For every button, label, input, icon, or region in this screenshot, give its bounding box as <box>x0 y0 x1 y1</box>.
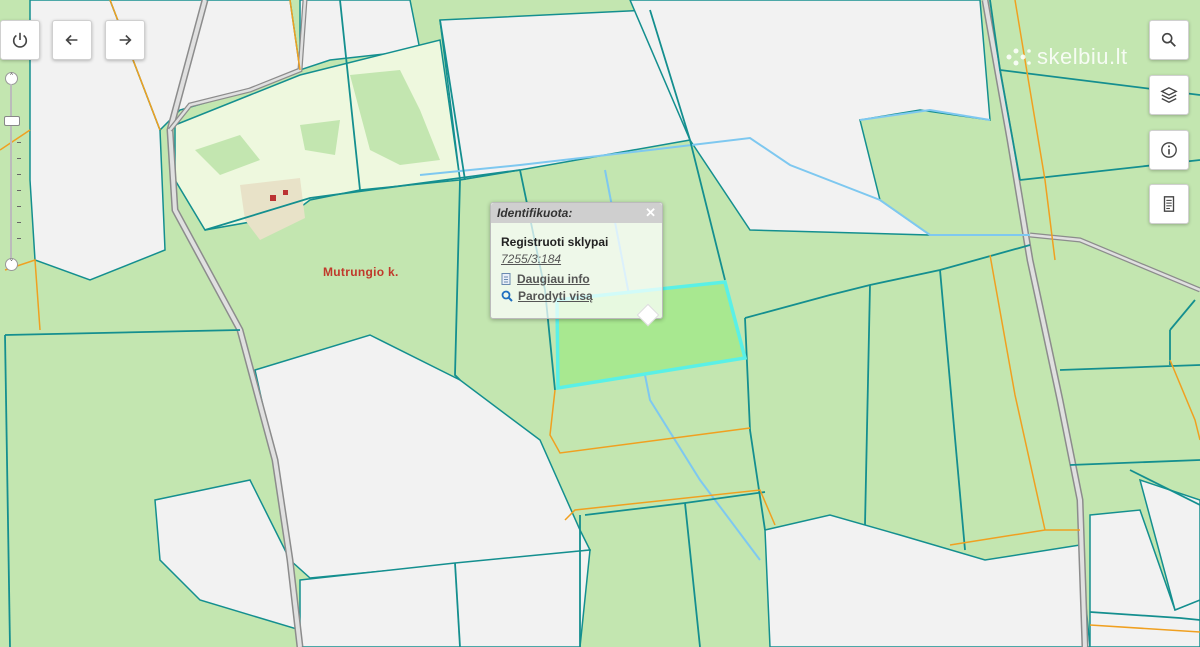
zoom-tick <box>17 238 21 239</box>
info-icon <box>1161 142 1177 158</box>
more-info-label: Daugiau info <box>517 272 590 286</box>
back-button[interactable] <box>52 20 92 60</box>
forward-button[interactable] <box>105 20 145 60</box>
show-all-label: Parodyti visą <box>518 289 593 303</box>
zoom-tick <box>17 142 21 143</box>
zoom-tick <box>17 222 21 223</box>
popup-layer-name: Registruoti sklypai <box>501 235 609 249</box>
arrow-left-icon <box>65 34 78 46</box>
zoom-handle[interactable] <box>4 116 20 126</box>
parcel-id-link[interactable]: 7255/3:184 <box>501 252 652 266</box>
search-button[interactable] <box>1149 20 1189 60</box>
zoom-tick <box>17 174 21 175</box>
popup-body: Registruoti sklypai 7255/3:184 Daugiau i… <box>491 223 662 309</box>
magnifier-icon <box>501 290 513 302</box>
village-label: Mutrungio k. <box>323 265 399 279</box>
zoom-tick <box>17 206 21 207</box>
watermark: skelbiu.lt <box>1005 44 1128 70</box>
power-button[interactable] <box>0 20 40 60</box>
popup-header: Identifikuota: ✕ <box>491 203 662 223</box>
document-button[interactable] <box>1149 184 1189 224</box>
document-icon <box>501 273 511 285</box>
map-canvas[interactable] <box>0 0 1200 647</box>
popup-title: Identifikuota: <box>497 206 573 220</box>
zoom-tick <box>17 158 21 159</box>
arrow-right-icon <box>119 34 132 46</box>
watermark-text: skelbiu.lt <box>1037 44 1128 69</box>
more-info-link[interactable]: Daugiau info <box>501 272 652 286</box>
search-icon <box>1161 32 1176 47</box>
skelbiu-logo-icon <box>1006 48 1031 66</box>
zoom-slider[interactable]: ˄ ˅ <box>4 72 21 272</box>
zoom-track[interactable] <box>10 84 12 260</box>
zoom-tick <box>17 190 21 191</box>
document-icon <box>1163 196 1175 212</box>
close-icon[interactable]: ✕ <box>645 205 656 221</box>
layers-icon <box>1160 87 1178 103</box>
show-all-link[interactable]: Parodyti visą <box>501 289 652 303</box>
layers-button[interactable] <box>1149 75 1189 115</box>
identification-popup: Identifikuota: ✕ Registruoti sklypai 725… <box>490 202 663 319</box>
zoom-out-button[interactable]: ˅ <box>5 258 18 271</box>
info-button[interactable] <box>1149 130 1189 170</box>
power-icon <box>12 32 28 48</box>
